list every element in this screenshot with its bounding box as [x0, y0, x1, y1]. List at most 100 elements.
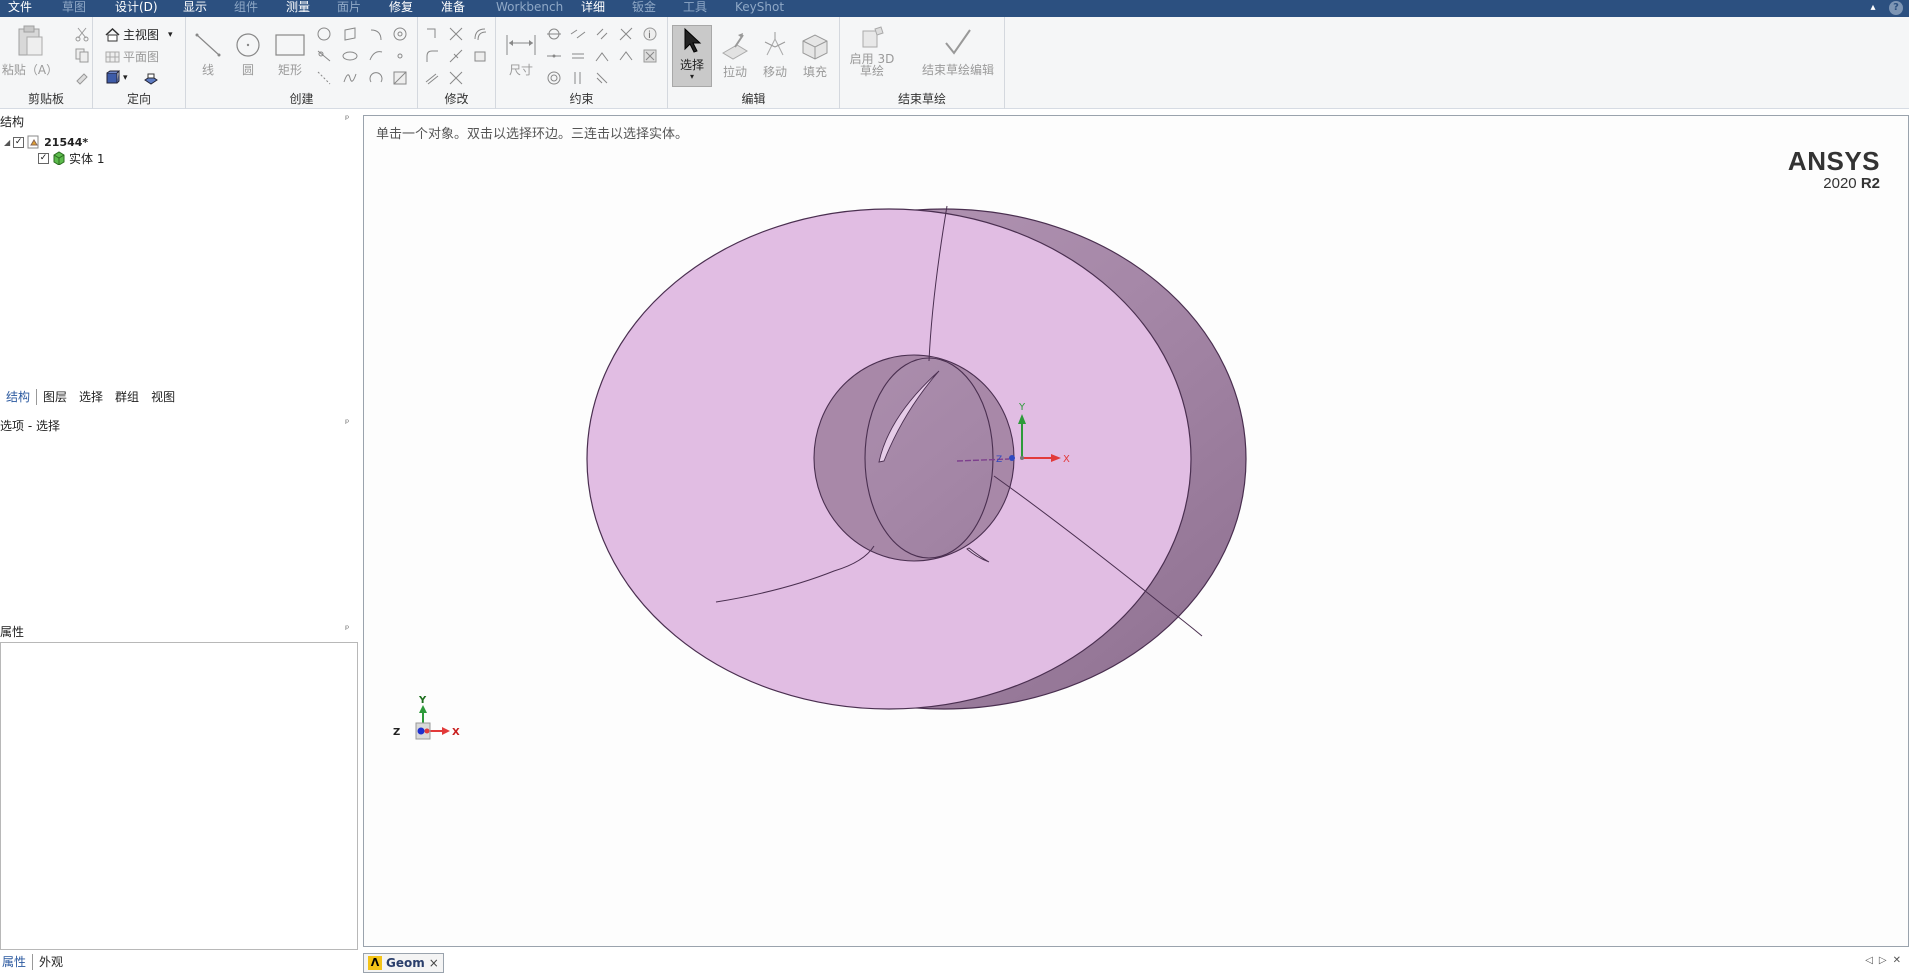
design-document-icon [27, 135, 39, 149]
split-curve-icon[interactable] [448, 48, 464, 64]
visibility-checkbox[interactable]: ✓ [38, 152, 49, 164]
construction-line-icon[interactable] [316, 70, 332, 86]
sweep-arc-icon[interactable] [368, 48, 384, 64]
collapse-ribbon-icon[interactable]: ▴ [1866, 1, 1880, 15]
mirror-curve-icon[interactable] [424, 70, 440, 86]
tab-groups[interactable]: 群组 [109, 388, 145, 406]
fillet-icon[interactable] [424, 48, 440, 64]
offset-curve-icon[interactable] [472, 26, 488, 42]
cut-icon[interactable] [74, 26, 90, 42]
menu-item-3[interactable]: 显示 [183, 0, 207, 17]
move-tool-button[interactable]: 移动 [758, 29, 792, 80]
graphics-viewport[interactable]: 单击一个对象。双击以选择环边。三连击以选择实体。 ANSYS 2020 R2 Y… [363, 115, 1909, 947]
parallel-icon[interactable] [570, 26, 586, 42]
midpoint-icon[interactable] [618, 48, 634, 64]
checkmark-icon [945, 29, 971, 55]
tab-properties[interactable]: 属性 [0, 953, 32, 971]
tangent-line-icon[interactable] [316, 48, 332, 64]
ellipse-icon[interactable] [342, 48, 358, 64]
tab-layers[interactable]: 图层 [37, 388, 73, 406]
next-tab-icon[interactable]: ▷ [1879, 955, 1887, 966]
menu-item-13[interactable]: KeyShot [735, 0, 784, 17]
menu-item-8[interactable]: 准备 [441, 0, 465, 17]
coincident-icon[interactable] [570, 48, 586, 64]
tree-body-row[interactable]: ✓ 实体 1 [38, 150, 104, 166]
expand-triangle-icon[interactable]: ◢ [4, 138, 10, 147]
tab-appearance[interactable]: 外观 [33, 953, 69, 971]
dimension-button[interactable]: 尺寸 [504, 31, 538, 78]
three-point-circle-icon[interactable] [392, 26, 408, 42]
tab-structure[interactable]: 结构 [0, 388, 36, 406]
menu-item-5[interactable]: 测量 [286, 0, 310, 17]
tab-selection[interactable]: 选择 [73, 388, 109, 406]
home-view-button[interactable]: 主视图 ▾ [105, 26, 173, 43]
tangent-rect-icon[interactable] [342, 26, 358, 42]
menu-item-10[interactable]: 详细 [581, 0, 605, 17]
vertical-icon[interactable] [570, 70, 586, 86]
equal-icon[interactable] [594, 26, 610, 42]
menu-item-4[interactable]: 组件 [234, 0, 258, 17]
pin-icon[interactable]: ᵖ [345, 114, 349, 125]
polygon-icon[interactable] [316, 26, 332, 42]
fill-tool-button[interactable]: 填充 [798, 29, 832, 80]
menu-item-6[interactable]: 面片 [337, 0, 361, 17]
chevron-down-icon[interactable]: ▾ [690, 73, 694, 81]
menu-item-7[interactable]: 修复 [389, 0, 413, 17]
end-sketch-edit-button[interactable]: 结束草绘编辑 [920, 27, 996, 78]
pull-tool-button[interactable]: 拉动 [718, 29, 752, 80]
copy-icon[interactable] [74, 47, 90, 63]
circle-tool-button[interactable]: 圆 [234, 31, 262, 78]
view-cube-button[interactable]: ▾ [105, 70, 128, 85]
tangent-arc-icon[interactable] [368, 26, 384, 42]
horizontal-icon[interactable] [546, 48, 562, 64]
rectangle-tool-button[interactable]: 矩形 [274, 31, 306, 78]
line-tool-label: 线 [201, 63, 214, 77]
line-tool-button[interactable]: 线 [194, 31, 222, 78]
ring-model[interactable]: Y X Z Y X Z [364, 116, 1909, 948]
create-corner-icon[interactable] [424, 26, 440, 42]
menu-item-0[interactable]: 文件 [8, 0, 33, 17]
tangent-constraint-icon[interactable] [546, 26, 562, 42]
perpendicular-icon[interactable] [618, 26, 634, 42]
menu-item-2[interactable]: 设计(D) [115, 0, 158, 17]
bend-icon[interactable] [448, 70, 464, 86]
chevron-down-icon[interactable]: ▾ [123, 73, 128, 83]
document-tab-geom[interactable]: Λ Geom × [363, 953, 444, 973]
pin-icon[interactable]: ᵖ [345, 418, 349, 429]
help-icon[interactable]: ? [1889, 1, 1903, 15]
menu-item-9[interactable]: Workbench [496, 0, 563, 17]
chevron-down-icon[interactable]: ▾ [168, 30, 173, 40]
project-icon[interactable] [472, 48, 488, 64]
menu-item-12[interactable]: 工具 [683, 0, 707, 17]
view-triad[interactable]: Y X Z [393, 695, 460, 740]
previous-tab-icon[interactable]: ◁ [1865, 955, 1873, 966]
close-all-icon[interactable]: ✕ [1893, 955, 1901, 966]
tree-root-row[interactable]: ◢ ✓ 21544* [4, 134, 88, 150]
fixed-icon[interactable] [594, 70, 610, 86]
pin-icon[interactable]: ᵖ [345, 624, 349, 635]
spline-icon[interactable] [342, 70, 358, 86]
svg-text:i: i [648, 30, 651, 41]
menu-item-1[interactable]: 草图 [62, 0, 86, 17]
angle-icon[interactable] [594, 48, 610, 64]
concentric-icon[interactable] [546, 70, 562, 86]
face-curve-icon[interactable] [392, 70, 408, 86]
properties-grid[interactable] [0, 642, 358, 950]
tab-views[interactable]: 视图 [145, 388, 181, 406]
delete-constraint-icon[interactable] [642, 48, 658, 64]
dimension-icon [506, 35, 536, 55]
info-icon[interactable]: i [642, 26, 658, 42]
select-tool-button[interactable]: 选择 ▾ [672, 25, 712, 87]
three-point-arc-icon[interactable] [368, 70, 384, 86]
close-icon[interactable]: × [429, 956, 439, 970]
menu-item-11[interactable]: 钣金 [632, 0, 656, 17]
point-icon[interactable] [392, 48, 408, 64]
plan-view-button[interactable]: 平面图 [105, 48, 159, 65]
enable-3d-sketch-button[interactable]: 启用 3D 草绘 [844, 25, 900, 77]
snap-view-icon[interactable] [143, 70, 159, 86]
format-painter-icon[interactable] [74, 69, 90, 85]
trim-icon[interactable] [448, 26, 464, 42]
ring-inner-wall[interactable] [813, 354, 1015, 562]
paste-button[interactable]: 粘贴（A） [2, 25, 58, 78]
visibility-checkbox[interactable]: ✓ [13, 136, 25, 148]
